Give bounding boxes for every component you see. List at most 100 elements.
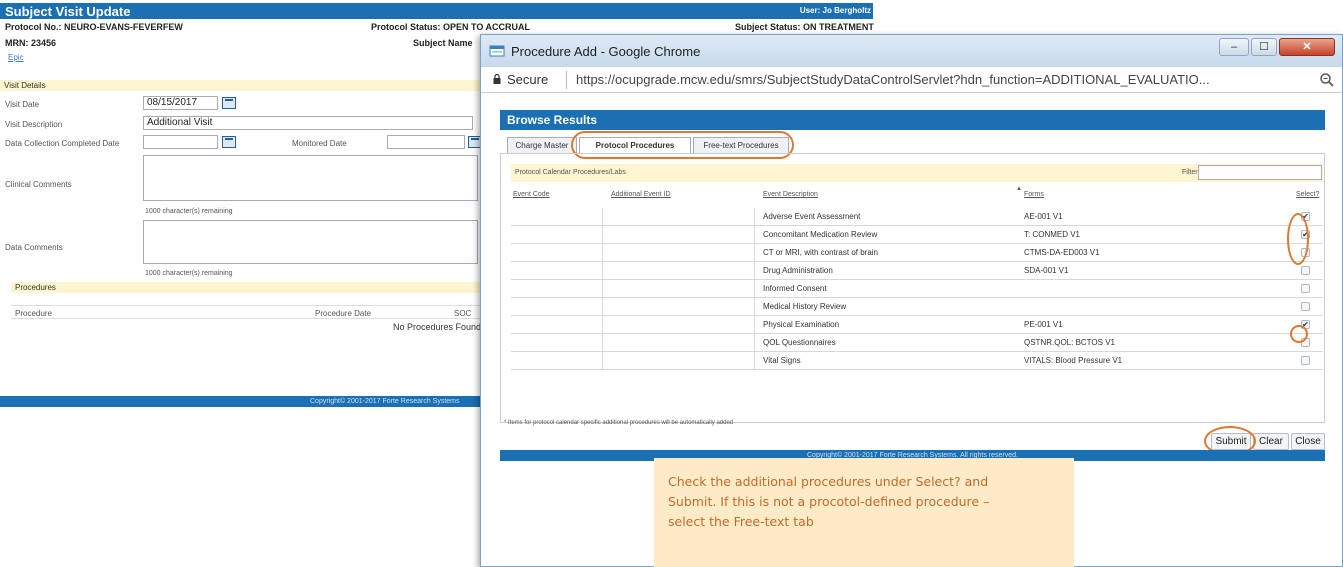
event-description: Informed Consent [763,284,827,293]
panel-title: Protocol Calendar Procedures/Labs [515,169,626,176]
additional-event-id-cell [603,244,755,262]
event-code-cell [511,334,603,352]
col-procedure: Procedure [15,309,52,318]
epic-link[interactable]: Epic [8,53,24,62]
zoom-icon[interactable] [1319,72,1335,88]
procedures-panel: Protocol Calendar Procedures/Labs Filter… [500,153,1325,423]
event-description: CT or MRI, with contrast of brain [763,248,878,257]
visit-details-title: Visit Details [4,81,46,90]
event-form: AE-001 V1 [1024,212,1063,221]
table-row[interactable]: Physical Examination PE-001 V1 ✔ [511,316,1323,334]
table-row[interactable]: CT or MRI, with contrast of brain CTMS-D… [511,244,1323,262]
additional-event-id-cell [603,334,755,352]
event-code-cell [511,298,603,316]
select-checkbox[interactable] [1301,248,1310,257]
data-collection-calendar-icon[interactable] [222,136,236,148]
browser-window-icon [489,45,505,57]
additional-event-id-cell [603,262,755,280]
procedures-panel-header: Protocol Calendar Procedures/Labs Filter… [511,164,1323,182]
event-description: Physical Examination [763,320,840,329]
event-form: CTMS-DA-ED003 V1 [1024,248,1100,257]
table-row[interactable]: Vital Signs VITALS: Blood Pressure V1 [511,352,1323,370]
data-collection-date-label: Data Collection Completed Date [5,139,120,148]
select-checkbox[interactable] [1301,302,1310,311]
subject-status: Subject Status: ON TREATMENT [735,22,874,32]
event-form: VITALS: Blood Pressure V1 [1024,356,1123,365]
browse-results-header: Browse Results [500,110,1325,130]
clear-button[interactable]: Clear [1253,433,1289,450]
subject-name-label: Subject Name [413,38,473,48]
protocol-status: Protocol Status: OPEN TO ACCRUAL [371,22,531,32]
table-row[interactable]: Concomitant Medication Review T: CONMED … [511,226,1323,244]
browse-results-title: Browse Results [507,113,598,127]
table-row[interactable]: Drug Administration SDA-001 V1 [511,262,1323,280]
select-checkbox[interactable]: ✔ [1301,230,1310,239]
filter-label: Filter: [1182,169,1200,176]
event-description: Concomitant Medication Review [763,230,878,239]
select-checkbox[interactable] [1301,356,1310,365]
window-close-button[interactable]: ✕ [1279,38,1335,56]
monitored-date-field[interactable] [387,135,465,149]
event-code-cell [511,244,603,262]
maximize-button[interactable]: ☐ [1251,38,1277,56]
visit-description-field[interactable]: Additional Visit [143,116,473,130]
callout-line-3: select the Free-text tab [668,514,814,529]
tab-free-text-procedures[interactable]: Free-text Procedures [693,137,789,153]
col-additional-event-id[interactable]: Additional Event ID [611,191,671,198]
visit-date-calendar-icon[interactable] [222,97,236,109]
col-procedure-date: Procedure Date [315,309,372,318]
event-code-cell [511,280,603,298]
table-row[interactable]: Medical History Review [511,298,1323,316]
col-event-description[interactable]: Event Description [763,191,818,198]
instruction-callout: Check the additional procedures under Se… [654,458,1074,567]
select-checkbox[interactable]: ✔ [1301,212,1310,221]
secure-label: Secure [507,72,549,87]
select-checkbox[interactable] [1301,338,1310,347]
event-code-cell [511,208,603,226]
submit-button[interactable]: Submit [1211,433,1251,450]
visit-date-label: Visit Date [5,100,40,109]
visit-update-title-bar: Subject Visit Update User: Jo Bergholtz [0,3,873,19]
visit-date-field[interactable]: 08/15/2017 [143,96,218,110]
minimize-button[interactable]: – [1219,38,1249,56]
data-comments-textarea[interactable] [143,220,478,264]
visit-description-label: Visit Description [5,120,63,129]
url-text[interactable]: https://ocupgrade.mcw.edu/smrs/SubjectSt… [576,72,1210,87]
col-event-code[interactable]: Event Code [513,191,550,198]
tab-charge-master[interactable]: Charge Master [507,137,577,153]
procedures-title: Procedures [15,283,56,292]
table-row[interactable]: Informed Consent [511,280,1323,298]
filter-input[interactable] [1198,165,1322,180]
additional-event-id-cell [603,352,755,370]
clinical-comments-remaining: 1000 character(s) remaining [145,208,233,215]
data-collection-date-field[interactable] [143,135,218,149]
protocol-number: Protocol No.: NEURO-EVANS-FEVERFEW [5,22,183,32]
col-select[interactable]: Select? [1296,191,1319,198]
callout-line-2: Submit. If this is not a procotol-define… [668,494,990,509]
callout-line-1: Check the additional procedures under Se… [668,474,989,489]
event-form: QSTNR.QOL: BCTOS V1 [1024,338,1115,347]
additional-event-id-cell [603,298,755,316]
address-bar[interactable]: Secure https://ocupgrade.mcw.edu/smrs/Su… [481,67,1342,93]
event-description: Medical History Review [763,302,847,311]
event-description: Vital Signs [763,356,801,365]
no-procedures-message: No Procedures Found [393,322,482,332]
table-row[interactable]: QOL Questionnaires QSTNR.QOL: BCTOS V1 [511,334,1323,352]
event-form: T: CONMED V1 [1024,230,1081,239]
clinical-comments-textarea[interactable] [143,155,478,201]
event-description: Adverse Event Assessment [763,212,861,221]
event-description: Drug Administration [763,266,833,275]
event-form: SDA-001 V1 [1024,266,1069,275]
clinical-comments-label: Clinical Comments [5,180,72,189]
col-forms[interactable]: Forms [1024,191,1044,198]
tab-protocol-procedures[interactable]: Protocol Procedures [579,137,691,153]
page-title: Subject Visit Update [5,4,131,19]
table-row[interactable]: Adverse Event Assessment AE-001 V1 ✔ [511,208,1323,226]
sort-arrow-icon[interactable]: ▲ [1016,186,1022,192]
close-button[interactable]: Close [1291,433,1325,450]
select-checkbox[interactable] [1301,266,1310,275]
visit-update-copyright: Copyright© 2001-2017 Forte Research Syst… [310,398,460,405]
select-checkbox[interactable] [1301,284,1310,293]
user-name: User: Jo Bergholtz [799,6,871,15]
select-checkbox[interactable]: ✔ [1301,320,1310,329]
